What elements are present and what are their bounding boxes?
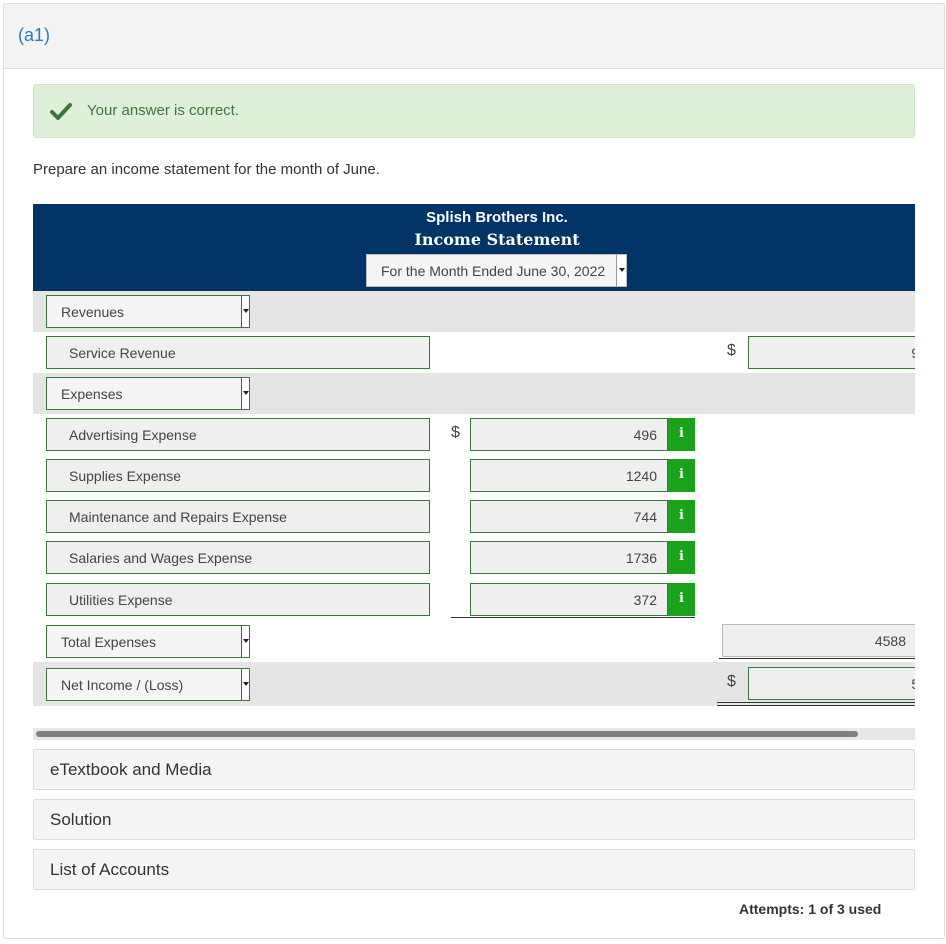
info-icon[interactable]: i <box>668 583 695 616</box>
expense-amount-salaries[interactable]: 1736 <box>470 541 668 574</box>
expense-dollar-sign: $ <box>451 424 460 441</box>
expenses-select-value: Expenses <box>61 386 123 402</box>
subtotal-underline <box>451 617 695 618</box>
expense-amount-value: 496 <box>633 427 657 443</box>
revenues-select[interactable]: Revenues <box>46 295 250 328</box>
correct-answer-alert: Your answer is correct. <box>33 84 915 138</box>
expenses-select[interactable]: Expenses <box>46 377 250 410</box>
net-income-select[interactable]: Net Income / (Loss) <box>46 668 250 701</box>
expense-amount-value: 372 <box>633 592 657 608</box>
net-income-amount-value: 50 <box>911 676 915 692</box>
company-name: Splish Brothers Inc. <box>426 209 568 226</box>
info-icon[interactable]: i <box>668 418 695 451</box>
period-select[interactable]: For the Month Ended June 30, 2022 <box>366 254 627 287</box>
net-income-dollar-sign: $ <box>727 673 736 690</box>
expense-account-salaries[interactable]: Salaries and Wages Expense <box>46 541 430 574</box>
expense-account-label: Utilities Expense <box>69 592 173 608</box>
expense-account-label: Salaries and Wages Expense <box>69 550 253 566</box>
expense-account-utilities[interactable]: Utilities Expense <box>46 583 430 616</box>
scrollbar-thumb[interactable] <box>36 731 858 737</box>
part-title: (a1) <box>18 25 51 45</box>
double-underline-bottom <box>717 705 915 706</box>
section-label: List of Accounts <box>50 860 170 879</box>
info-icon[interactable]: i <box>668 500 695 533</box>
expense-amount-advertising[interactable]: 496 <box>470 418 668 451</box>
statement-header: Splish Brothers Inc. Income Statement Fo… <box>33 204 915 291</box>
total-expenses-select[interactable]: Total Expenses <box>46 625 250 658</box>
horizontal-scrollbar[interactable] <box>33 728 915 740</box>
expense-account-label: Maintenance and Repairs Expense <box>69 509 287 525</box>
dropdown-arrow-icon[interactable] <box>616 255 626 286</box>
service-revenue-amount-value: 96 <box>911 345 915 361</box>
question-prompt: Prepare an income statement for the mont… <box>33 161 380 178</box>
total-underline <box>719 658 915 659</box>
revenues-select-value: Revenues <box>61 304 125 320</box>
solution-section[interactable]: Solution <box>33 799 915 840</box>
income-statement: Splish Brothers Inc. Income Statement Fo… <box>33 204 915 706</box>
service-revenue-amount[interactable]: 96 <box>748 336 915 369</box>
dropdown-arrow-icon[interactable] <box>241 669 249 700</box>
total-expenses-amount[interactable]: 4588 <box>722 624 915 657</box>
net-income-select-value: Net Income / (Loss) <box>61 677 184 693</box>
expense-amount-maintenance[interactable]: 744 <box>470 500 668 533</box>
expense-account-advertising[interactable]: Advertising Expense <box>46 418 430 451</box>
dropdown-arrow-icon[interactable] <box>241 626 249 657</box>
expense-amount-value: 1736 <box>625 550 657 566</box>
info-icon[interactable]: i <box>668 459 695 492</box>
section-label: eTextbook and Media <box>50 760 212 779</box>
expense-account-maintenance[interactable]: Maintenance and Repairs Expense <box>46 500 430 533</box>
total-expenses-amount-value: 4588 <box>874 633 906 649</box>
service-revenue-account[interactable]: Service Revenue <box>46 336 430 369</box>
expense-amount-supplies[interactable]: 1240 <box>470 459 668 492</box>
panel-header: (a1) <box>4 4 944 69</box>
expense-amount-value: 1240 <box>625 468 657 484</box>
attempts-counter: Attempts: 1 of 3 used <box>739 901 882 917</box>
etextbook-media-section[interactable]: eTextbook and Media <box>33 749 915 790</box>
alert-message: Your answer is correct. <box>87 102 240 119</box>
net-income-amount[interactable]: 50 <box>748 667 915 700</box>
service-revenue-account-value: Service Revenue <box>69 345 176 361</box>
expense-account-supplies[interactable]: Supplies Expense <box>46 459 430 492</box>
list-of-accounts-section[interactable]: List of Accounts <box>33 849 915 890</box>
section-label: Solution <box>50 810 112 829</box>
period-select-value: For the Month Ended June 30, 2022 <box>381 263 606 279</box>
statement-title: Income Statement <box>414 230 580 249</box>
check-icon <box>50 103 72 120</box>
expense-account-label: Advertising Expense <box>69 427 197 443</box>
expense-account-label: Supplies Expense <box>69 468 182 484</box>
expense-amount-utilities[interactable]: 372 <box>470 583 668 616</box>
total-expenses-select-value: Total Expenses <box>61 634 156 650</box>
revenue-dollar-sign: $ <box>727 342 736 359</box>
expense-amount-value: 744 <box>633 509 657 525</box>
dropdown-arrow-icon[interactable] <box>241 378 249 409</box>
double-underline-top <box>717 702 915 703</box>
dropdown-arrow-icon[interactable] <box>241 296 249 327</box>
info-icon[interactable]: i <box>668 541 695 574</box>
